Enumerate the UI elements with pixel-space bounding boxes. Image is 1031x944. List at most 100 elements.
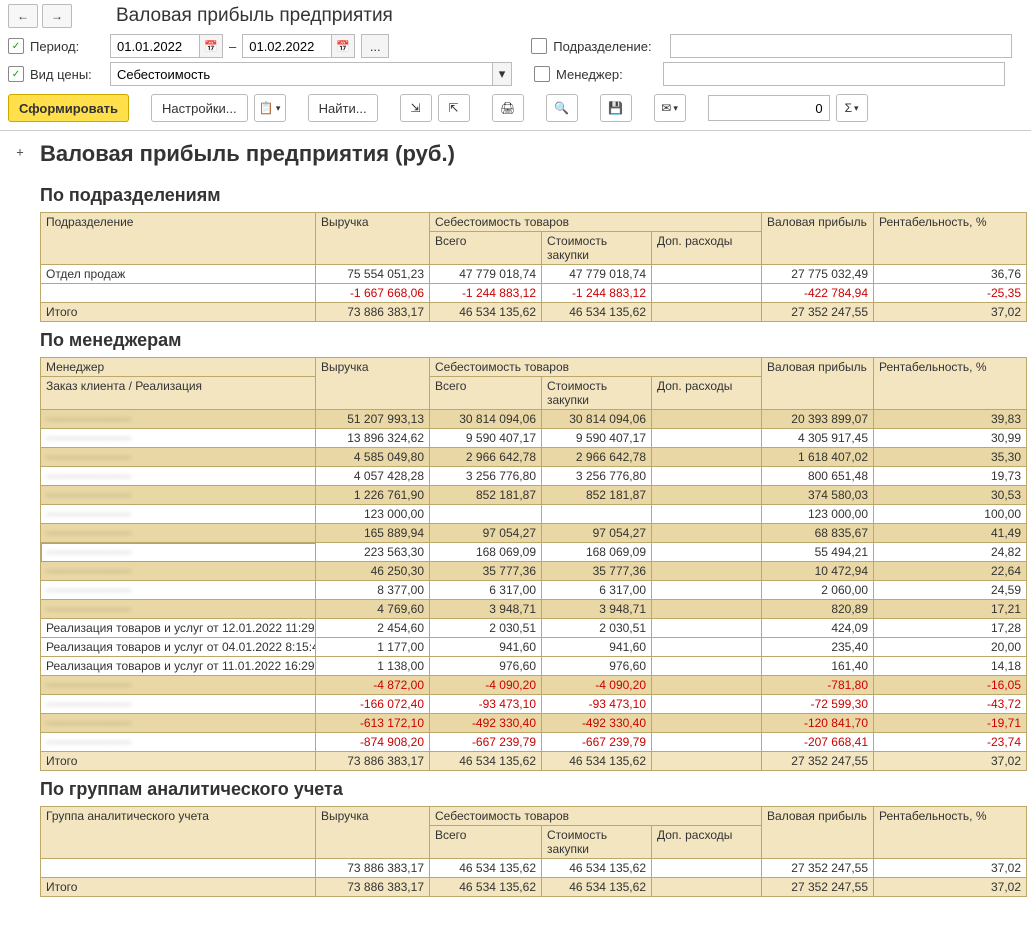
cell-label: ──────────+ xyxy=(41,486,316,505)
nav-forward-button[interactable]: → xyxy=(42,4,72,28)
col-purchase-cost: Стоимость закупки xyxy=(542,232,652,265)
cell: -166 072,40 xyxy=(316,695,430,714)
cell: 24,82 xyxy=(874,543,1027,562)
collapse-groups-button[interactable]: ⇱ xyxy=(438,94,470,122)
cell: 123 000,00 xyxy=(762,505,874,524)
cell: 73 886 383,17 xyxy=(316,859,430,878)
managers-table: Менеджер Выручка Себестоимость товаров В… xyxy=(40,357,1027,771)
cell-label: ──────────+ xyxy=(41,467,316,486)
pricetype-dropdown-button[interactable]: ▾ xyxy=(492,63,511,85)
generate-button[interactable]: Сформировать xyxy=(8,94,129,122)
table-row[interactable]: ──────────+4 057 428,283 256 776,803 256… xyxy=(41,467,1027,486)
table-row[interactable]: ──────────+123 000,00123 000,00100,00 xyxy=(41,505,1027,524)
cell xyxy=(652,410,762,429)
mail-button[interactable]: ✉▾ xyxy=(654,94,686,122)
table-row[interactable]: ──────────-874 908,20-667 239,79-667 239… xyxy=(41,733,1027,752)
manager-checkbox[interactable]: ✓ xyxy=(534,66,550,82)
table-row[interactable]: ──────────+8 377,006 317,006 317,002 060… xyxy=(41,581,1027,600)
table-row[interactable]: ──────────+-4 872,00-4 090,20-4 090,20-7… xyxy=(41,676,1027,695)
preview-button[interactable]: 🔍 xyxy=(546,94,578,122)
division-input[interactable] xyxy=(671,36,1011,56)
date-to-picker-button[interactable]: 📅 xyxy=(331,35,354,57)
cell: 46 250,30 xyxy=(316,562,430,581)
save-button[interactable]: 💾 xyxy=(600,94,632,122)
cell xyxy=(652,505,762,524)
period-checkbox[interactable]: ✓ xyxy=(8,38,24,54)
cell xyxy=(652,543,762,562)
cell: 1 618 407,02 xyxy=(762,448,874,467)
cell: 2 030,51 xyxy=(430,619,542,638)
cell: 30 814 094,06 xyxy=(542,410,652,429)
table-row[interactable]: ──────────+51 207 993,1330 814 094,0630 … xyxy=(41,410,1027,429)
cell xyxy=(652,284,762,303)
cell: 27 352 247,55 xyxy=(762,859,874,878)
nav-back-button[interactable]: ← xyxy=(8,4,38,28)
cell: -93 473,10 xyxy=(430,695,542,714)
table-row[interactable]: Отдел продаж75 554 051,2347 779 018,7447… xyxy=(41,265,1027,284)
col-add-costs: Доп. расходы xyxy=(652,826,762,859)
table-row[interactable]: ──────────+-166 072,40-93 473,10-93 473,… xyxy=(41,695,1027,714)
cell: Итого xyxy=(41,752,316,771)
cell: 9 590 407,17 xyxy=(542,429,652,448)
table-row[interactable]: ──────────+-613 172,10-492 330,40-492 33… xyxy=(41,714,1027,733)
table-row[interactable]: ──────────+1 226 761,90852 181,87852 181… xyxy=(41,486,1027,505)
calendar-icon: 📅 xyxy=(336,40,350,53)
arrow-right-icon: → xyxy=(51,9,63,23)
paste-button[interactable]: 📋▾ xyxy=(254,94,286,122)
cell: 27 352 247,55 xyxy=(762,752,874,771)
division-checkbox[interactable]: ✓ xyxy=(531,38,547,54)
table-row[interactable]: ──────────+13 896 324,629 590 407,179 59… xyxy=(41,429,1027,448)
cell: 73 886 383,17 xyxy=(316,878,430,897)
table-row[interactable]: ──────────+165 889,9497 054,2797 054,276… xyxy=(41,524,1027,543)
sigma-button[interactable]: Σ▾ xyxy=(836,94,868,122)
table-row[interactable]: Реализация товаров и услуг от 04.01.2022… xyxy=(41,638,1027,657)
cell: 168 069,09 xyxy=(542,543,652,562)
cell: 941,60 xyxy=(430,638,542,657)
cell: -422 784,94 xyxy=(762,284,874,303)
settings-button[interactable]: Настройки... xyxy=(151,94,248,122)
date-from-input[interactable] xyxy=(111,36,199,56)
cell: 24,59 xyxy=(874,581,1027,600)
sigma-icon: Σ xyxy=(845,101,852,115)
print-button[interactable]: 🖨 xyxy=(492,94,524,122)
tree-toggle[interactable]: + xyxy=(16,145,23,159)
date-to-input[interactable] xyxy=(243,36,331,56)
table-row[interactable]: Реализация товаров и услуг от 12.01.2022… xyxy=(41,619,1027,638)
table-row[interactable]: ──────────−4 769,603 948,713 948,71820,8… xyxy=(41,600,1027,619)
paste-icon: 📋 xyxy=(259,101,274,115)
cell: 46 534 135,62 xyxy=(542,859,652,878)
cell xyxy=(652,878,762,897)
managers-total-row: Итого 73 886 383,17 46 534 135,62 46 534… xyxy=(41,752,1027,771)
period-more-button[interactable]: ... xyxy=(361,34,389,58)
cell xyxy=(652,676,762,695)
cell: 97 054,27 xyxy=(542,524,652,543)
cell: 22,64 xyxy=(874,562,1027,581)
find-button[interactable]: Найти... xyxy=(308,94,378,122)
cell: 46 534 135,62 xyxy=(542,303,652,322)
table-row[interactable]: 73 886 383,1746 534 135,6246 534 135,622… xyxy=(41,859,1027,878)
cell xyxy=(652,752,762,771)
table-row[interactable]: ──────────+223 563,30168 069,09168 069,0… xyxy=(41,543,1027,562)
cell: 2 966 642,78 xyxy=(430,448,542,467)
manager-input[interactable] xyxy=(664,64,1004,84)
table-row[interactable]: -1 667 668,06-1 244 883,12-1 244 883,12-… xyxy=(41,284,1027,303)
table-row[interactable]: ──────────+46 250,3035 777,3635 777,3610… xyxy=(41,562,1027,581)
pricetype-select[interactable]: ▾ xyxy=(110,62,512,86)
pricetype-input[interactable] xyxy=(111,67,492,82)
cell: -492 330,40 xyxy=(430,714,542,733)
cell xyxy=(652,265,762,284)
expand-groups-button[interactable]: ⇲ xyxy=(400,94,432,122)
sum-input[interactable] xyxy=(708,95,830,121)
print-icon: 🖨 xyxy=(500,101,515,115)
cell: 3 948,71 xyxy=(430,600,542,619)
page-title: Валовая прибыль предприятия xyxy=(76,5,393,27)
table-row[interactable]: Реализация товаров и услуг от 11.01.2022… xyxy=(41,657,1027,676)
date-from-picker-button[interactable]: 📅 xyxy=(199,35,222,57)
table-row[interactable]: ──────────+4 585 049,802 966 642,782 966… xyxy=(41,448,1027,467)
arrow-left-icon: ← xyxy=(17,9,29,23)
pricetype-label: Вид цены: xyxy=(30,67,104,82)
pricetype-checkbox[interactable]: ✓ xyxy=(8,66,24,82)
cell: -613 172,10 xyxy=(316,714,430,733)
cell: 13 896 324,62 xyxy=(316,429,430,448)
cell: 17,28 xyxy=(874,619,1027,638)
